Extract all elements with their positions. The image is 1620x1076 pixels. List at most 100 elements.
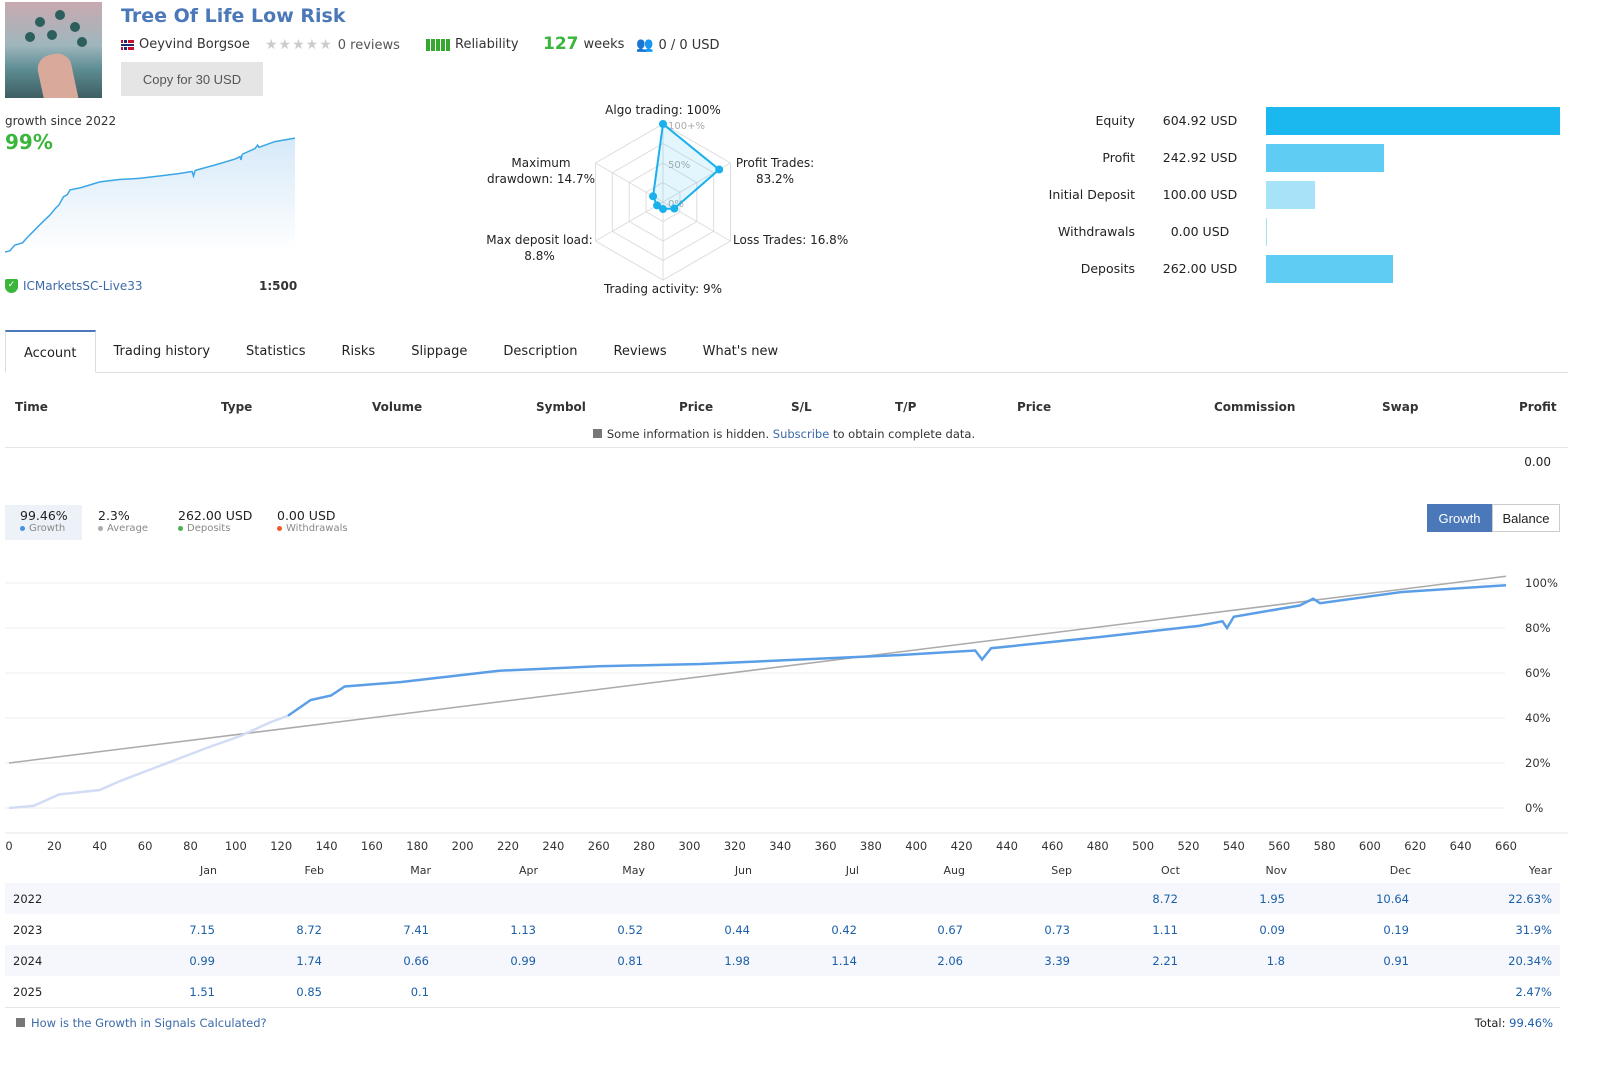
column-header-5[interactable]: S/L xyxy=(791,400,812,414)
broker-name[interactable]: ICMarketsSC-Live33 xyxy=(23,279,143,293)
subscribers-value: 0 / 0 USD xyxy=(658,37,720,53)
reliability-bars-icon xyxy=(426,38,450,51)
faq-text[interactable]: How is the Growth in Signals Calculated? xyxy=(31,1016,267,1030)
growth-toggle-button[interactable]: Growth xyxy=(1427,504,1492,532)
column-header-9[interactable]: Swap xyxy=(1382,400,1418,414)
month-header-jun: Jun xyxy=(734,864,752,877)
column-header-10[interactable]: Profit xyxy=(1519,400,1557,414)
stat-deposits: 262.00 USD Deposits xyxy=(163,505,267,540)
x-tick-label: 540 xyxy=(1223,839,1245,853)
x-tick-label: 640 xyxy=(1450,839,1472,853)
divider xyxy=(5,447,1568,448)
mini-growth-chart xyxy=(5,137,296,253)
legend-dot-icon xyxy=(98,525,103,531)
month-value: 0.42 xyxy=(831,923,857,937)
stat-label: Deposits xyxy=(178,523,252,534)
column-header-4[interactable]: Price xyxy=(679,400,713,414)
broker-link[interactable]: ✓ ICMarketsSC-Live33 xyxy=(5,279,143,293)
tab-risks[interactable]: Risks xyxy=(323,330,393,372)
stat-value: 0.00 USD xyxy=(277,508,336,523)
tab-reviews[interactable]: Reviews xyxy=(595,330,684,372)
y-tick-label: 0% xyxy=(1525,801,1543,815)
month-header-apr: Apr xyxy=(518,864,538,877)
total-growth: Total: 99.46% xyxy=(1400,1016,1553,1030)
month-header-jan: Jan xyxy=(200,864,217,877)
rating[interactable]: ★★★★★ 0 reviews xyxy=(265,37,400,53)
balance-toggle-button[interactable]: Balance xyxy=(1492,504,1560,532)
equity-label-0: Equity xyxy=(1095,113,1135,128)
equity-value-3: 0.00 USD xyxy=(1170,224,1230,239)
month-header-jul: Jul xyxy=(845,864,859,877)
equity-value-4: 262.00 USD xyxy=(1162,261,1238,276)
author-name[interactable]: Oeyvind Borgsoe xyxy=(139,37,250,52)
tab-slippage[interactable]: Slippage xyxy=(393,330,485,372)
stat-label: Average xyxy=(98,523,148,534)
month-value: 0.99 xyxy=(510,954,536,968)
x-tick-label: 480 xyxy=(1087,839,1109,853)
tab-trading-history[interactable]: Trading history xyxy=(96,330,229,372)
stat-label-text: Deposits xyxy=(187,523,231,534)
radar-point xyxy=(649,192,658,201)
x-tick-label: 240 xyxy=(542,839,564,853)
row-year: 2025 xyxy=(13,985,43,999)
tab-account[interactable]: Account xyxy=(5,330,96,373)
month-value: 0.85 xyxy=(296,985,322,999)
tab-description[interactable]: Description xyxy=(485,330,595,372)
tab-what-s-new[interactable]: What's new xyxy=(685,330,797,372)
equity-bar-0 xyxy=(1266,107,1560,135)
x-tick-label: 420 xyxy=(951,839,973,853)
stat-growth: 99.46% Growth xyxy=(5,505,82,540)
x-tick-label: 620 xyxy=(1404,839,1426,853)
x-tick-label: 560 xyxy=(1268,839,1290,853)
faq-link[interactable]: How is the Growth in Signals Calculated? xyxy=(16,1016,267,1030)
x-tick-label: 520 xyxy=(1177,839,1199,853)
month-value: 1.51 xyxy=(189,985,215,999)
column-header-8[interactable]: Commission xyxy=(1214,400,1295,414)
month-value: 1.98 xyxy=(724,954,750,968)
hidden-info-note: Some information is hidden. Subscribe to… xyxy=(0,427,1568,441)
signal-title[interactable]: Tree Of Life Low Risk xyxy=(121,5,345,27)
column-header-0[interactable]: Time xyxy=(15,400,48,414)
month-value: 10.64 xyxy=(1376,892,1409,906)
month-value: 2.06 xyxy=(937,954,963,968)
month-value: 7.41 xyxy=(403,923,429,937)
month-value: 2.21 xyxy=(1152,954,1178,968)
radar-area xyxy=(652,122,721,211)
legend-dot-icon xyxy=(277,525,282,531)
column-header-7[interactable]: Price xyxy=(1017,400,1051,414)
stat-label-text: Growth xyxy=(29,523,66,534)
reviews-count[interactable]: 0 reviews xyxy=(338,38,400,53)
tab-statistics[interactable]: Statistics xyxy=(228,330,323,372)
radar-label-profit: Profit Trades: 83.2% xyxy=(735,156,815,186)
month-value: 8.72 xyxy=(296,923,322,937)
month-value: 0.66 xyxy=(403,954,429,968)
author[interactable]: Oeyvind Borgsoe xyxy=(121,37,250,52)
month-header-may: May xyxy=(622,864,645,877)
column-header-1[interactable]: Type xyxy=(221,400,252,414)
column-header-3[interactable]: Symbol xyxy=(536,400,586,414)
x-tick-label: 120 xyxy=(270,839,292,853)
reliability-label: Reliability xyxy=(455,37,519,52)
subscribe-link[interactable]: Subscribe xyxy=(773,427,830,441)
month-value: 20.34% xyxy=(1508,954,1552,968)
reliability: Reliability xyxy=(426,37,519,52)
radar-ring-label: 100+% xyxy=(668,121,705,132)
month-value: 1.13 xyxy=(510,923,536,937)
lock-icon xyxy=(592,429,602,438)
month-value: 1.14 xyxy=(831,954,857,968)
radar-label-deposit-load: Max deposit load: 8.8% xyxy=(486,233,593,263)
x-tick-label: 60 xyxy=(138,839,153,853)
verified-shield-icon: ✓ xyxy=(5,279,18,293)
copy-button[interactable]: Copy for 30 USD xyxy=(121,62,263,96)
x-tick-label: 80 xyxy=(183,839,198,853)
stat-average: 2.3% Average xyxy=(83,505,163,540)
x-tick-label: 400 xyxy=(905,839,927,853)
radar-chart: 100+%50%0% xyxy=(594,120,732,281)
x-tick-label: 140 xyxy=(316,839,338,853)
month-header-nov: Nov xyxy=(1265,864,1287,877)
x-tick-label: 260 xyxy=(588,839,610,853)
column-header-6[interactable]: T/P xyxy=(895,400,916,414)
column-header-2[interactable]: Volume xyxy=(372,400,422,414)
radar-point xyxy=(715,165,724,174)
radar-point xyxy=(670,204,679,213)
